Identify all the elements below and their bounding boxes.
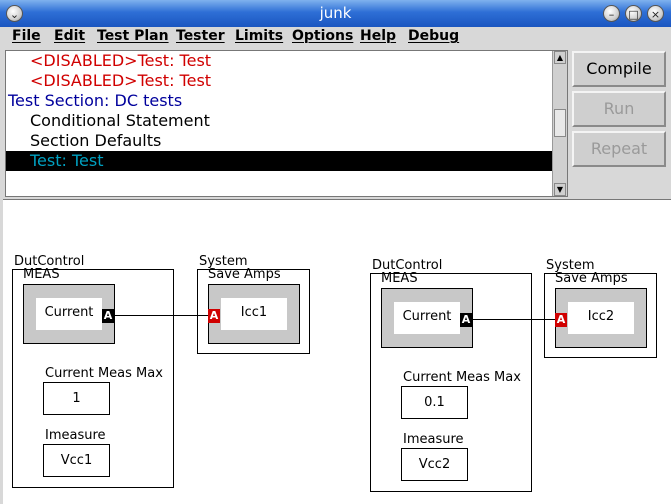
test-plan-list[interactable]: <DISABLED>Test: Test <DISABLED>Test: Tes… bbox=[5, 50, 568, 197]
current-box: Current bbox=[394, 302, 460, 334]
output-port-a[interactable]: A bbox=[460, 313, 472, 327]
connection-wire bbox=[114, 315, 209, 316]
vertical-scrollbar[interactable]: ▲ ▼ bbox=[552, 51, 567, 196]
list-item[interactable]: <DISABLED>Test: Test bbox=[6, 71, 553, 91]
current-meas-max-field[interactable]: 0.1 bbox=[401, 386, 468, 419]
menu-file[interactable]: File bbox=[12, 28, 41, 44]
imeasure-label: Imeasure bbox=[45, 428, 106, 443]
meas-label: MEAS bbox=[23, 267, 60, 282]
scroll-up-icon[interactable]: ▲ bbox=[554, 51, 566, 64]
input-port-a[interactable]: A bbox=[208, 309, 220, 323]
imeasure-field[interactable]: Vcc1 bbox=[43, 444, 110, 477]
imeasure-label: Imeasure bbox=[403, 432, 464, 447]
icc-box: Icc2 bbox=[568, 302, 634, 334]
menu-bar: File Edit Test Plan Tester Limits Option… bbox=[0, 27, 671, 48]
meas-label: MEAS bbox=[381, 271, 418, 286]
list-item[interactable]: Conditional Statement bbox=[6, 111, 553, 131]
current-meas-max-label: Current Meas Max bbox=[45, 366, 163, 381]
menu-options[interactable]: Options bbox=[292, 28, 353, 44]
current-meas-max-field[interactable]: 1 bbox=[43, 382, 110, 415]
input-port-a[interactable]: A bbox=[555, 313, 567, 327]
minimize-icon[interactable]: – bbox=[603, 5, 620, 22]
menu-help[interactable]: Help bbox=[360, 28, 396, 44]
menu-edit[interactable]: Edit bbox=[54, 28, 85, 44]
menu-test-plan[interactable]: Test Plan bbox=[97, 28, 169, 44]
close-icon[interactable]: × bbox=[647, 5, 664, 22]
menu-tester[interactable]: Tester bbox=[176, 28, 225, 44]
list-item[interactable]: <DISABLED>Test: Test bbox=[6, 51, 553, 71]
menu-limits[interactable]: Limits bbox=[235, 28, 283, 44]
compile-button[interactable]: Compile bbox=[572, 51, 666, 87]
title-bar: ⌄ junk – □ × bbox=[0, 0, 671, 27]
run-button[interactable]: Run bbox=[572, 91, 666, 127]
save-amps-label: Save Amps bbox=[555, 271, 628, 286]
maximize-icon[interactable]: □ bbox=[625, 5, 642, 22]
scrollbar-thumb[interactable] bbox=[554, 109, 566, 137]
icc-box: Icc1 bbox=[221, 298, 287, 330]
save-amps-label: Save Amps bbox=[208, 267, 281, 282]
list-item[interactable]: Test Section: DC tests bbox=[6, 91, 553, 111]
repeat-button[interactable]: Repeat bbox=[572, 131, 666, 167]
scroll-down-icon[interactable]: ▼ bbox=[554, 183, 566, 196]
list-item[interactable]: Section Defaults bbox=[6, 131, 553, 151]
output-port-a[interactable]: A bbox=[102, 309, 114, 323]
list-item-selected[interactable]: Test: Test bbox=[6, 151, 553, 171]
window-title: junk bbox=[319, 4, 352, 22]
current-meas-max-label: Current Meas Max bbox=[403, 370, 521, 385]
imeasure-field[interactable]: Vcc2 bbox=[401, 448, 468, 481]
menu-debug[interactable]: Debug bbox=[408, 28, 459, 44]
current-box: Current bbox=[36, 298, 102, 330]
diagram-canvas: DutControl MEAS Current A System Save Am… bbox=[3, 199, 671, 504]
